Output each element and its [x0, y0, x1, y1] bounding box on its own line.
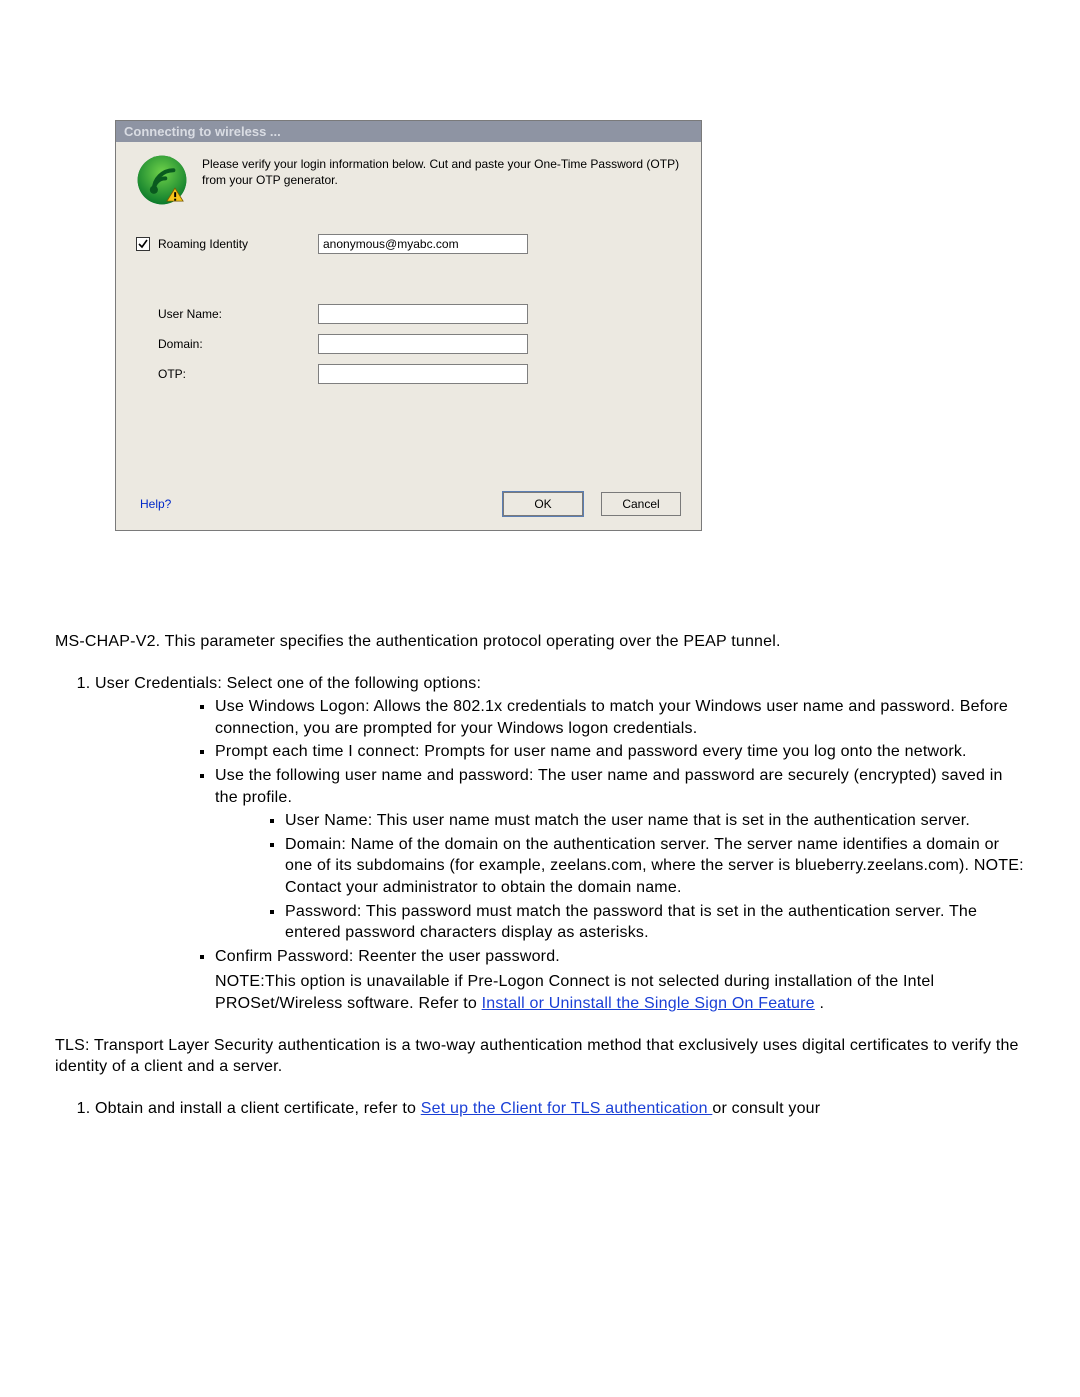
ok-button[interactable]: OK — [503, 492, 583, 516]
user-name-label: User Name: — [158, 307, 222, 321]
dialog-title: Connecting to wireless ... — [124, 124, 281, 139]
otp-label: OTP: — [158, 367, 186, 381]
opt-prompt-each-time: Prompt each time I connect: Prompts for … — [215, 741, 1025, 763]
roaming-identity-input[interactable] — [318, 234, 528, 254]
otp-row: OTP: — [158, 364, 681, 384]
sub-domain: Domain: Name of the domain on the authen… — [285, 834, 1025, 899]
domain-label: Domain: — [158, 337, 203, 351]
opt-confirm-password: Confirm Password: Reenter the user passw… — [215, 946, 1025, 968]
domain-input[interactable] — [318, 334, 528, 354]
mschap-paragraph: MS-CHAP-V2. This parameter specifies the… — [55, 631, 1025, 653]
help-link[interactable]: Help? — [140, 497, 171, 511]
otp-input[interactable] — [318, 364, 528, 384]
link-tls-client-setup[interactable]: Set up the Client for TLS authentication — [421, 1100, 713, 1117]
cancel-button[interactable]: Cancel — [601, 492, 681, 516]
tls-step-1: Obtain and install a client certificate,… — [95, 1098, 1025, 1120]
document-body: MS-CHAP-V2. This parameter specifies the… — [55, 631, 1025, 1119]
user-name-row: User Name: — [158, 304, 681, 324]
roaming-identity-label: Roaming Identity — [158, 237, 248, 251]
dialog-body: Please verify your login information bel… — [116, 142, 701, 530]
dialog-button-row: Help? OK Cancel — [136, 484, 681, 516]
connecting-dialog: Connecting to wireless ... — [115, 120, 702, 531]
dialog-titlebar: Connecting to wireless ... — [116, 121, 701, 142]
link-single-sign-on[interactable]: Install or Uninstall the Single Sign On … — [482, 995, 815, 1012]
user-credentials-lead: User Credentials: Select one of the foll… — [95, 675, 481, 692]
roaming-identity-checkbox[interactable] — [136, 237, 150, 251]
roaming-identity-row: Roaming Identity — [136, 234, 681, 254]
note-prelogon: NOTE:This option is unavailable if Pre-L… — [215, 971, 1025, 1014]
dialog-instructions: Please verify your login information bel… — [202, 154, 681, 188]
opt-use-following: Use the following user name and password… — [215, 767, 1003, 806]
sub-password: Password: This password must match the p… — [285, 901, 1025, 944]
domain-row: Domain: — [158, 334, 681, 354]
user-credentials-list: User Credentials: Select one of the foll… — [55, 673, 1025, 1015]
tls-steps-list: Obtain and install a client certificate,… — [55, 1098, 1025, 1120]
wireless-warning-icon — [136, 154, 188, 206]
user-name-input[interactable] — [318, 304, 528, 324]
opt-windows-logon: Use Windows Logon: Allows the 802.1x cre… — [215, 696, 1025, 739]
sub-user-name: User Name: This user name must match the… — [285, 810, 1025, 832]
tls-paragraph: TLS: Transport Layer Security authentica… — [55, 1035, 1025, 1078]
